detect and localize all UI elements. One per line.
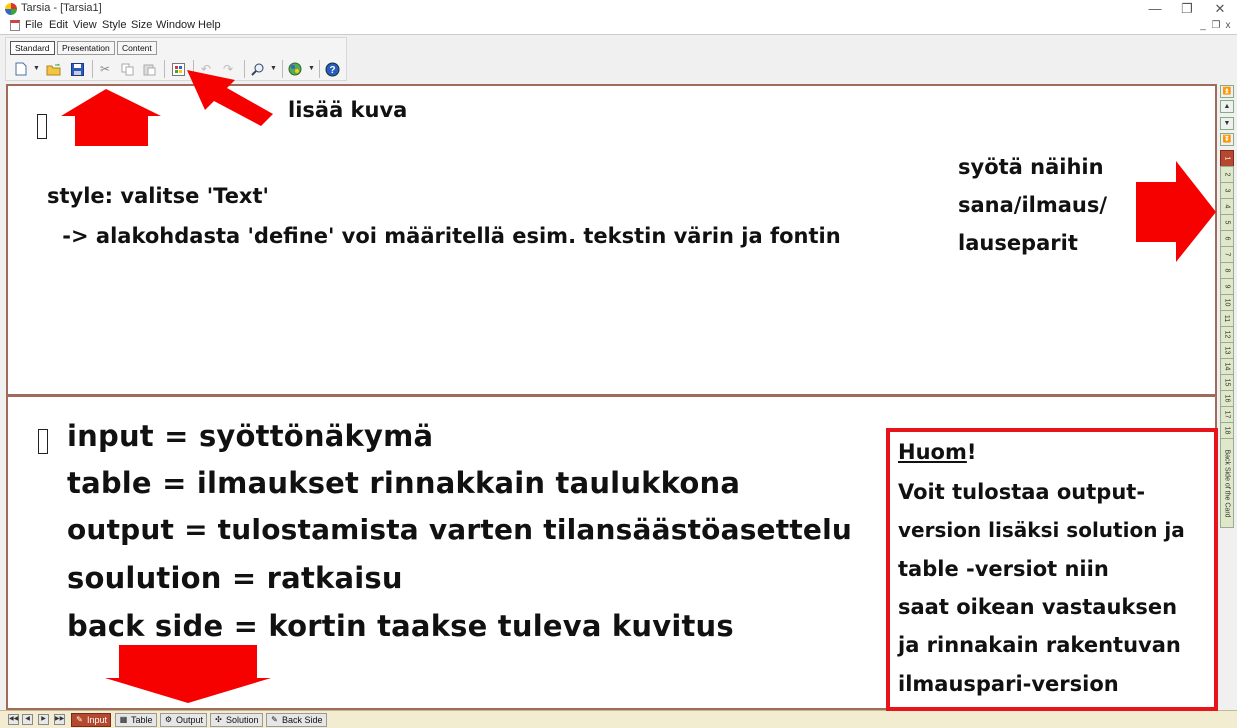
style-annotation-line2: -> alakohdasta 'define' voi määritellä e… <box>55 224 841 248</box>
view-desc-solution: soulution = ratkaisu <box>67 561 403 595</box>
view-desc-output: output = tulostamista varten tilansäästö… <box>67 513 853 546</box>
note-line: version lisäksi solution ja <box>898 518 1185 542</box>
style-annotation-line1: style: valitse 'Text' <box>47 184 269 208</box>
view-desc-back-side: back side = kortin taakse tuleva kuvitus <box>67 609 734 643</box>
note-line: table -versiot niin <box>898 557 1109 581</box>
note-title: Huom! <box>898 440 977 464</box>
insert-image-annotation: lisää kuva <box>288 98 408 122</box>
app-window: Tarsia - [Tarsia1] — ❐ ✕ File Edit View … <box>0 0 1237 728</box>
note-line: ilmauspari-version <box>898 672 1119 696</box>
enter-pairs-line1: syötä näihin <box>958 155 1104 179</box>
enter-pairs-line2: sana/ilmaus/ <box>958 193 1108 217</box>
view-desc-input: input = syöttönäkymä <box>67 419 434 453</box>
note-line: saat oikean vastauksen <box>898 595 1178 619</box>
note-line: Voit tulostaa output- <box>898 480 1146 504</box>
arrow-up-icon <box>61 89 161 146</box>
enter-pairs-line3: lauseparit <box>958 231 1078 255</box>
arrow-up-left-icon <box>187 70 273 126</box>
note-line: ja rinnakain rakentuvan <box>898 633 1181 657</box>
view-desc-table: table = ilmaukset rinnakkain taulukkona <box>67 466 741 500</box>
arrow-right-icon <box>1136 161 1216 262</box>
arrow-down-icon <box>105 645 271 703</box>
